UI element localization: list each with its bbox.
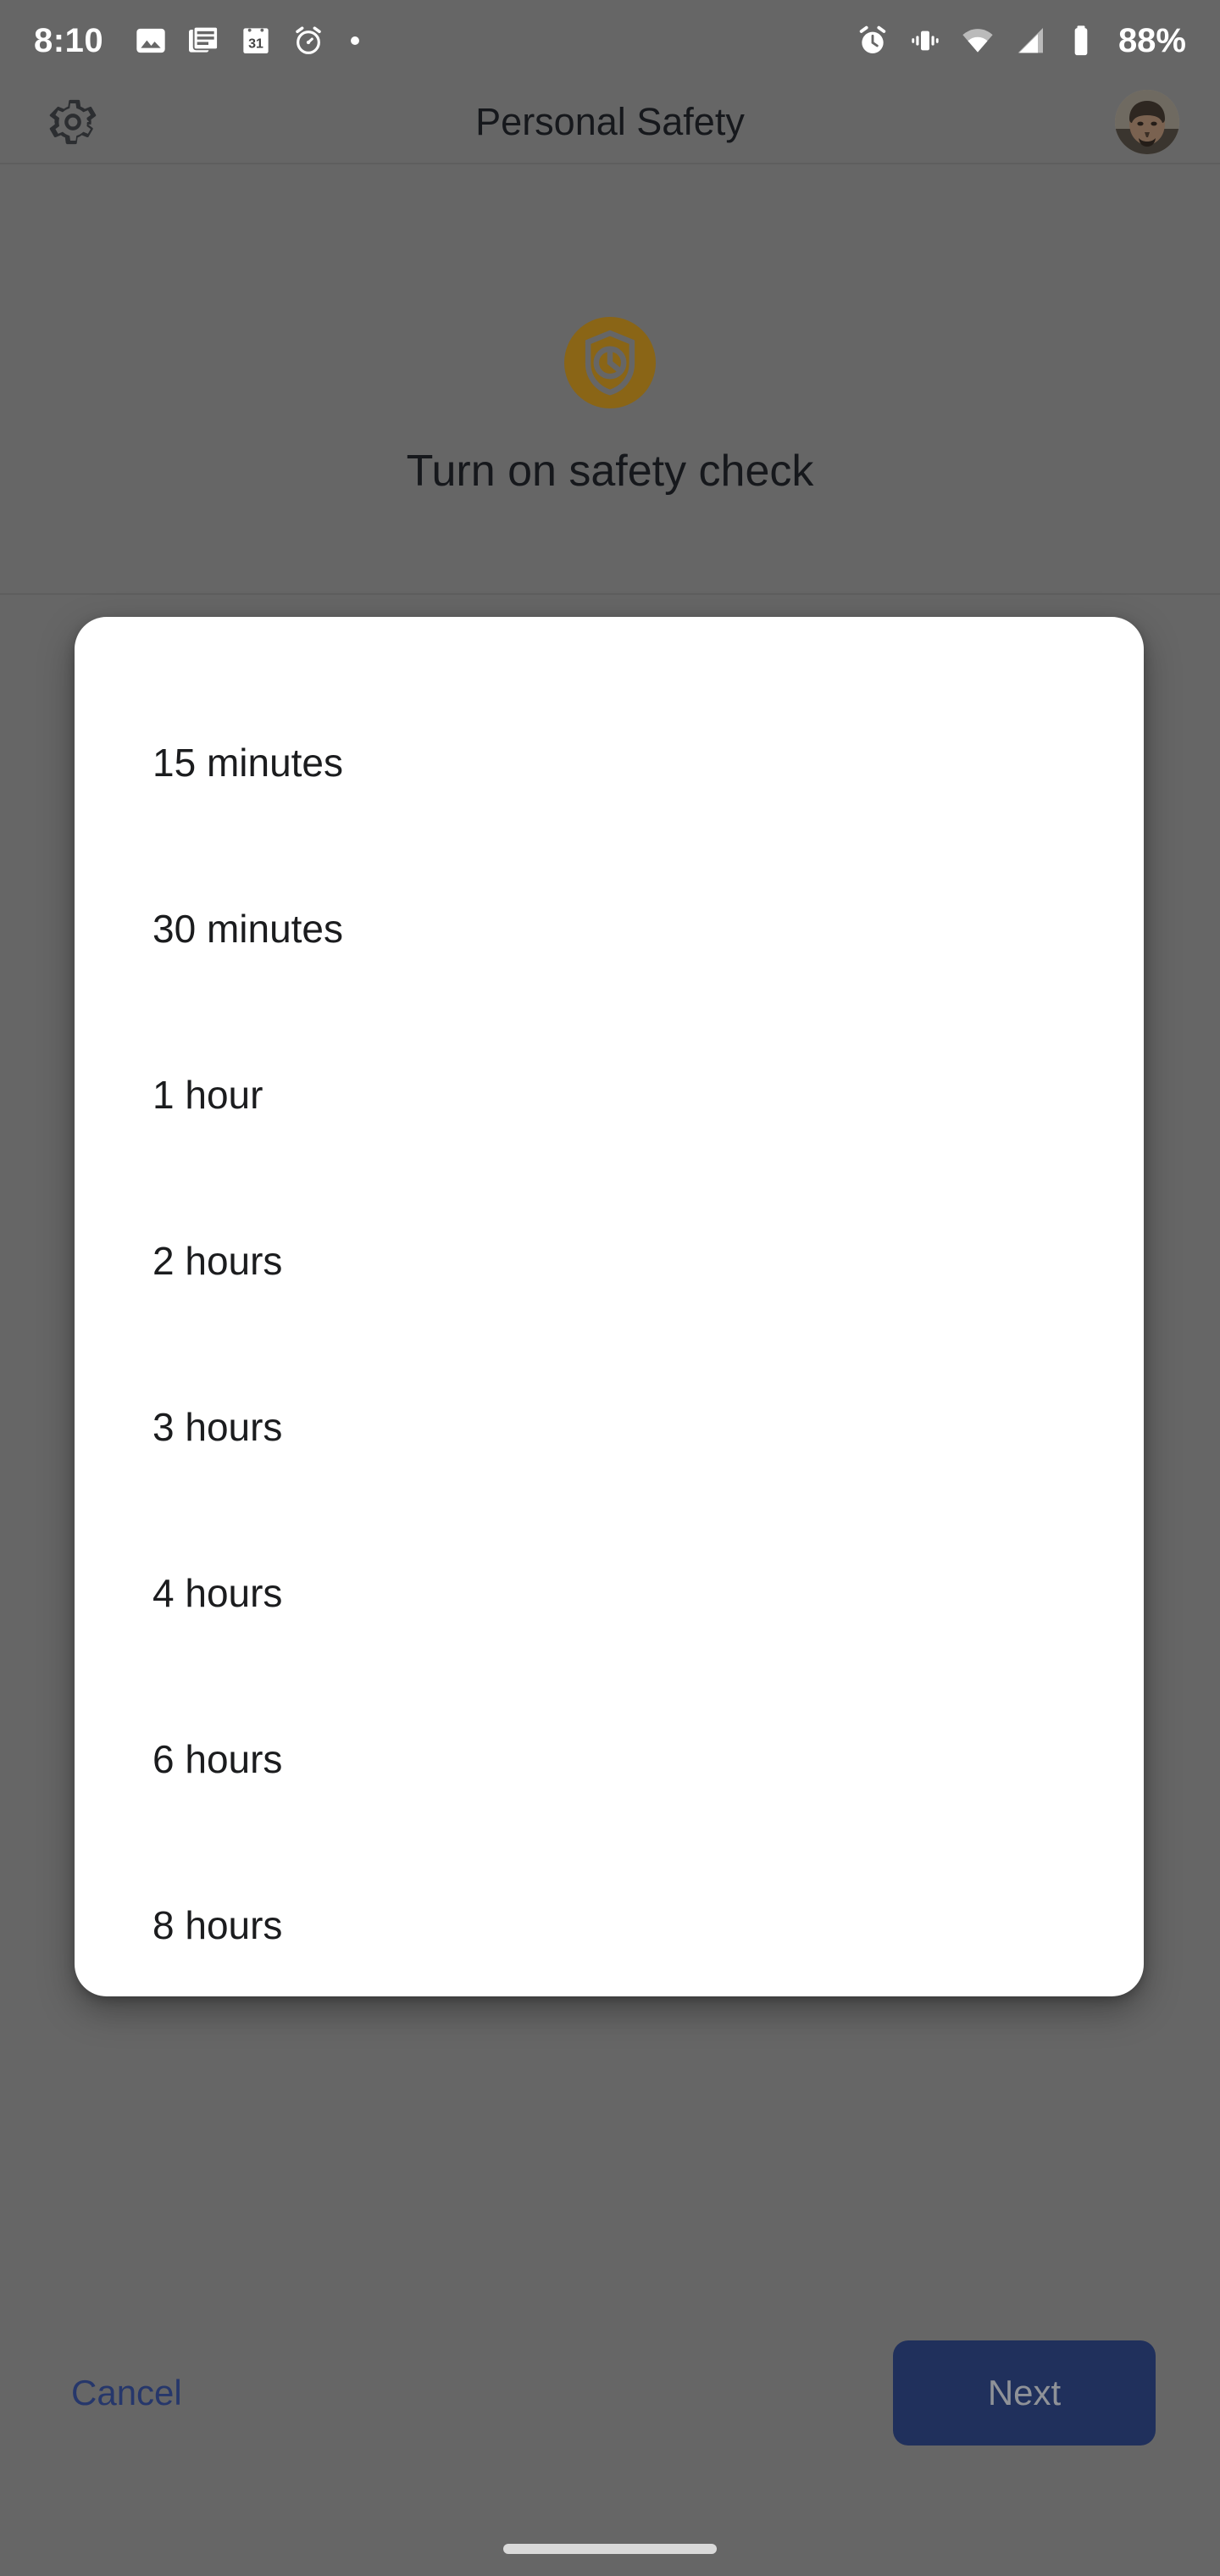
status-bar-right: 88% xyxy=(856,24,1186,58)
status-bar-clock: 8:10 xyxy=(34,22,104,59)
cell-signal-icon xyxy=(1018,28,1043,53)
duration-option-30-minutes[interactable]: 30 minutes xyxy=(75,846,1144,1012)
news-article-icon xyxy=(189,25,219,53)
bottom-action-bar: Cancel Next xyxy=(0,2308,1220,2478)
battery-percent-label: 88% xyxy=(1117,22,1186,59)
app-bar: Personal Safety xyxy=(0,81,1220,163)
avatar[interactable] xyxy=(1115,90,1179,154)
gear-icon[interactable] xyxy=(41,90,105,154)
status-bar: 8:10 31 88% xyxy=(0,0,1220,81)
safety-check-duration-dialog: 15 minutes 30 minutes 1 hour 2 hours 3 h… xyxy=(75,617,1144,1996)
content-divider xyxy=(0,593,1220,595)
vibrate-icon xyxy=(912,31,939,51)
status-bar-notification-icons: 31 xyxy=(134,24,366,58)
status-bar-left: 8:10 31 xyxy=(34,24,366,58)
photo-icon xyxy=(136,28,165,53)
home-gesture-bar[interactable] xyxy=(503,2544,717,2554)
svg-text:31: 31 xyxy=(248,37,263,52)
duration-option-8-hours[interactable]: 8 hours xyxy=(75,1842,1144,1996)
duration-option-15-minutes[interactable]: 15 minutes xyxy=(75,680,1144,846)
calendar-31-icon: 31 xyxy=(243,28,269,53)
hero-section: Turn on safety check xyxy=(0,163,1220,595)
next-button[interactable]: Next xyxy=(893,2340,1156,2446)
shield-clock-icon xyxy=(564,317,656,408)
duration-option-1-hour[interactable]: 1 hour xyxy=(75,1012,1144,1178)
alarm-clock-icon xyxy=(859,25,886,53)
duration-option-6-hours[interactable]: 6 hours xyxy=(75,1676,1144,1842)
alarm-clock-icon xyxy=(296,26,321,54)
duration-option-3-hours[interactable]: 3 hours xyxy=(75,1344,1144,1510)
battery-icon xyxy=(1074,25,1088,56)
duration-option-list: 15 minutes 30 minutes 1 hour 2 hours 3 h… xyxy=(75,617,1144,1996)
cancel-button[interactable]: Cancel xyxy=(64,2359,189,2427)
dot-indicator-icon xyxy=(351,36,360,45)
page-title: Personal Safety xyxy=(475,100,745,143)
hero-title: Turn on safety check xyxy=(406,447,814,496)
wifi-icon xyxy=(962,29,993,53)
duration-option-2-hours[interactable]: 2 hours xyxy=(75,1178,1144,1344)
duration-option-4-hours[interactable]: 4 hours xyxy=(75,1510,1144,1676)
